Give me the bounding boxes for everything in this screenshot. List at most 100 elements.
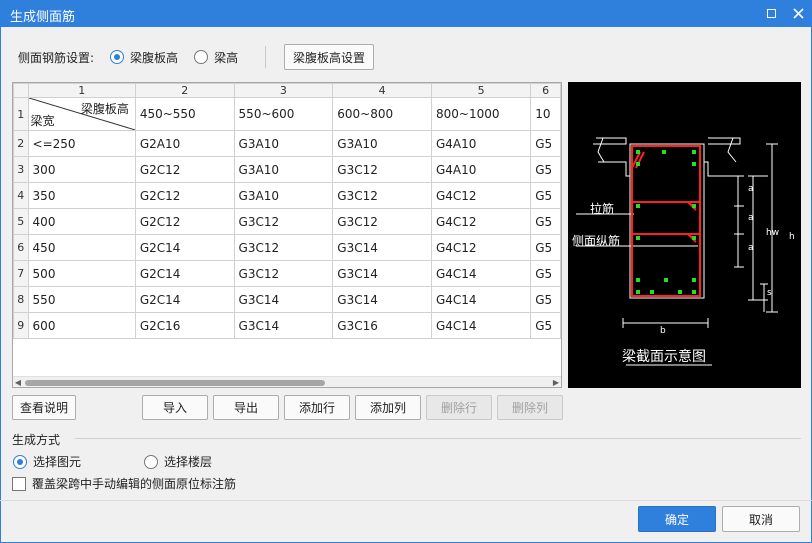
scroll-left-icon[interactable]: ◀	[13, 377, 23, 387]
override-checkbox-box[interactable]	[12, 476, 26, 491]
rebar-cell[interactable]: G3C12	[233, 260, 334, 287]
import-button[interactable]: 导入	[142, 395, 208, 420]
rebar-cell[interactable]: G4C14	[430, 260, 532, 287]
header-cell[interactable]: 800~1000	[430, 97, 532, 131]
add-column-button[interactable]: 添加列	[355, 395, 421, 420]
scrollbar-thumb[interactable]	[25, 380, 325, 386]
rebar-cell[interactable]: G2C14	[134, 286, 235, 313]
radio-select-floor[interactable]: 选择楼层	[144, 453, 212, 470]
row-number[interactable]: 6	[13, 234, 29, 261]
delete-row-button[interactable]: 删除行	[426, 395, 492, 420]
beam-width-cell[interactable]: 450	[27, 234, 136, 261]
rebar-cell[interactable]: G2C14	[134, 234, 235, 261]
beam-width-cell[interactable]: 600	[27, 312, 136, 339]
rebar-cell[interactable]: G3A10	[233, 156, 334, 183]
beam-width-cell[interactable]: 400	[27, 208, 136, 235]
rebar-cell[interactable]: G3C14	[332, 234, 432, 261]
col-number[interactable]: 4	[332, 83, 432, 98]
rebar-cell[interactable]: G5	[530, 156, 561, 183]
rebar-cell[interactable]: G3C16	[332, 312, 432, 339]
rebar-cell[interactable]: G2C12	[134, 182, 235, 209]
rebar-cell[interactable]: G5	[530, 260, 561, 287]
add-row-button[interactable]: 添加行	[284, 395, 350, 420]
col-number[interactable]: 3	[233, 83, 334, 98]
header-cell[interactable]: 600~800	[332, 97, 432, 131]
col-number[interactable]: 2	[134, 83, 235, 98]
rebar-cell[interactable]: G3C12	[332, 156, 432, 183]
rebar-cell[interactable]: G3C12	[233, 208, 334, 235]
row-number[interactable]: 9	[13, 312, 29, 339]
col-number[interactable]: 5	[430, 83, 532, 98]
diagram-caption: 梁截面示意图	[622, 349, 706, 365]
row-number[interactable]: 5	[13, 208, 29, 235]
rebar-cell[interactable]: G3A10	[233, 130, 334, 157]
rebar-cell[interactable]: G3A10	[233, 182, 334, 209]
rebar-cell[interactable]: G4C12	[430, 208, 532, 235]
rebar-cell[interactable]: G3C14	[233, 312, 334, 339]
rebar-cell[interactable]: G3C12	[233, 234, 334, 261]
col-number[interactable]: 1	[27, 83, 136, 98]
radio-select-element[interactable]: 选择图元	[13, 453, 81, 470]
header-cell[interactable]: 450~550	[134, 97, 235, 131]
rebar-cell[interactable]: G5	[530, 234, 561, 261]
rebar-cell[interactable]: G5	[530, 286, 561, 313]
beam-width-cell[interactable]: 350	[27, 182, 136, 209]
row-number[interactable]: 2	[13, 130, 29, 157]
radio-web-height[interactable]: 梁腹板高	[110, 49, 178, 66]
radio-select-element-dot	[13, 454, 27, 469]
maximize-button[interactable]	[758, 0, 784, 27]
rebar-cell[interactable]: G4C12	[430, 234, 532, 261]
radio-beam-height[interactable]: 梁高	[194, 49, 238, 66]
beam-width-cell[interactable]: 300	[27, 156, 136, 183]
rebar-cell[interactable]: G3A10	[332, 130, 432, 157]
rebar-cell[interactable]: G4C12	[430, 182, 532, 209]
header-cell[interactable]: 10	[530, 97, 561, 131]
row-number[interactable]: 7	[13, 260, 29, 287]
rebar-cell[interactable]: G3C14	[332, 260, 432, 287]
rebar-cell[interactable]: G5	[530, 182, 561, 209]
ok-button[interactable]: 确定	[638, 506, 716, 532]
row-number[interactable]: 3	[13, 156, 29, 183]
footer-divider	[0, 500, 812, 501]
rebar-cell[interactable]: G3C12	[332, 208, 432, 235]
rebar-cell[interactable]: G3C12	[332, 182, 432, 209]
side-rebar-label: 侧面纵筋	[572, 234, 621, 248]
rebar-cell[interactable]: G5	[530, 208, 561, 235]
grid-corner	[13, 83, 29, 98]
beam-width-cell[interactable]: 500	[27, 260, 136, 287]
rebar-cell[interactable]: G4C14	[430, 286, 532, 313]
rebar-cell[interactable]: G5	[530, 312, 561, 339]
view-help-button[interactable]: 查看说明	[12, 395, 76, 420]
rebar-cell[interactable]: G3C14	[233, 286, 334, 313]
web-height-settings-button[interactable]: 梁腹板高设置	[284, 44, 374, 70]
override-checkbox[interactable]: 覆盖梁跨中手动编辑的侧面原位标注筋	[12, 475, 236, 492]
row-number[interactable]: 4	[13, 182, 29, 209]
beam-width-cell[interactable]: <=250	[27, 130, 136, 157]
cancel-button[interactable]: 取消	[722, 506, 800, 532]
horizontal-scrollbar[interactable]: ◀ ▶	[13, 376, 561, 387]
rebar-cell[interactable]: G2A10	[134, 130, 235, 157]
row-number[interactable]: 8	[13, 286, 29, 313]
rebar-cell[interactable]: G2C12	[134, 156, 235, 183]
header-cell[interactable]: 550~600	[233, 97, 334, 131]
rebar-grid[interactable]: 1 2 3 4 5 6 1 梁腹板高 梁宽 450~550 550~600 60…	[12, 82, 562, 388]
table-row: 2 <=250 G2A10 G3A10 G3A10 G4A10 G5	[13, 130, 561, 157]
scroll-right-icon[interactable]: ▶	[551, 377, 561, 387]
corner-header-cell[interactable]: 梁腹板高 梁宽	[27, 97, 136, 131]
rebar-cell[interactable]: G4A10	[430, 130, 532, 157]
rebar-cell[interactable]: G3C14	[332, 286, 432, 313]
rebar-cell[interactable]: G4C14	[430, 312, 532, 339]
rebar-cell[interactable]: G2C14	[134, 260, 235, 287]
close-button[interactable]	[785, 0, 811, 27]
h-label: h	[789, 232, 795, 242]
beam-width-cell[interactable]: 550	[27, 286, 136, 313]
rebar-cell[interactable]: G2C16	[134, 312, 235, 339]
row-number[interactable]: 1	[13, 97, 29, 131]
delete-column-button[interactable]: 删除列	[497, 395, 563, 420]
rebar-table: 1 2 3 4 5 6 1 梁腹板高 梁宽 450~550 550~600 60…	[13, 83, 561, 339]
rebar-cell[interactable]: G2C12	[134, 208, 235, 235]
rebar-cell[interactable]: G4A10	[430, 156, 532, 183]
export-button[interactable]: 导出	[213, 395, 279, 420]
col-number[interactable]: 6	[530, 83, 561, 98]
rebar-cell[interactable]: G5	[530, 130, 561, 157]
